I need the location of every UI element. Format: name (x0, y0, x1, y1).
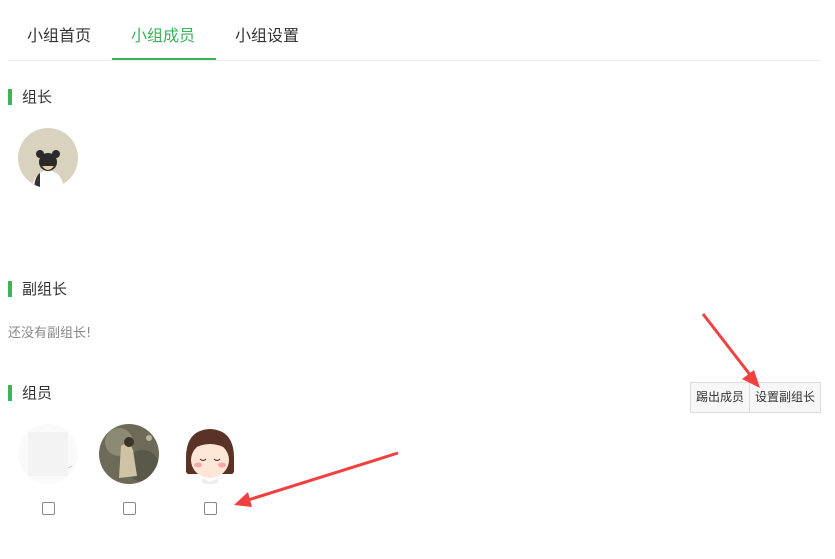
tab-group-home[interactable]: 小组首页 (27, 22, 91, 46)
section-title-leader: 组长 (8, 88, 52, 106)
active-tab-indicator (112, 58, 216, 60)
member-avatar[interactable] (18, 424, 78, 484)
tab-group-settings[interactable]: 小组设置 (235, 22, 299, 46)
leader-avatar[interactable] (18, 128, 78, 188)
set-deputy-button[interactable]: 设置副组长 (749, 383, 820, 412)
member-avatar[interactable] (99, 424, 159, 484)
member-select-checkbox[interactable] (123, 502, 136, 515)
arrow-head-icon (234, 492, 252, 507)
member-select-checkbox[interactable] (42, 502, 55, 515)
member-actions: 踢出成员 设置副组长 (690, 382, 822, 413)
tab-bar: 小组首页 小组成员 小组设置 (8, 0, 822, 61)
tab-group-members[interactable]: 小组成员 (131, 22, 195, 46)
no-deputy-message: 还没有副组长! (8, 326, 92, 341)
section-title-deputy: 副组长 (8, 280, 67, 298)
section-title-members: 组员 (8, 384, 52, 402)
member-select-checkbox[interactable] (204, 502, 217, 515)
member-avatar[interactable] (180, 424, 240, 484)
kick-member-button[interactable]: 踢出成员 (691, 383, 749, 412)
